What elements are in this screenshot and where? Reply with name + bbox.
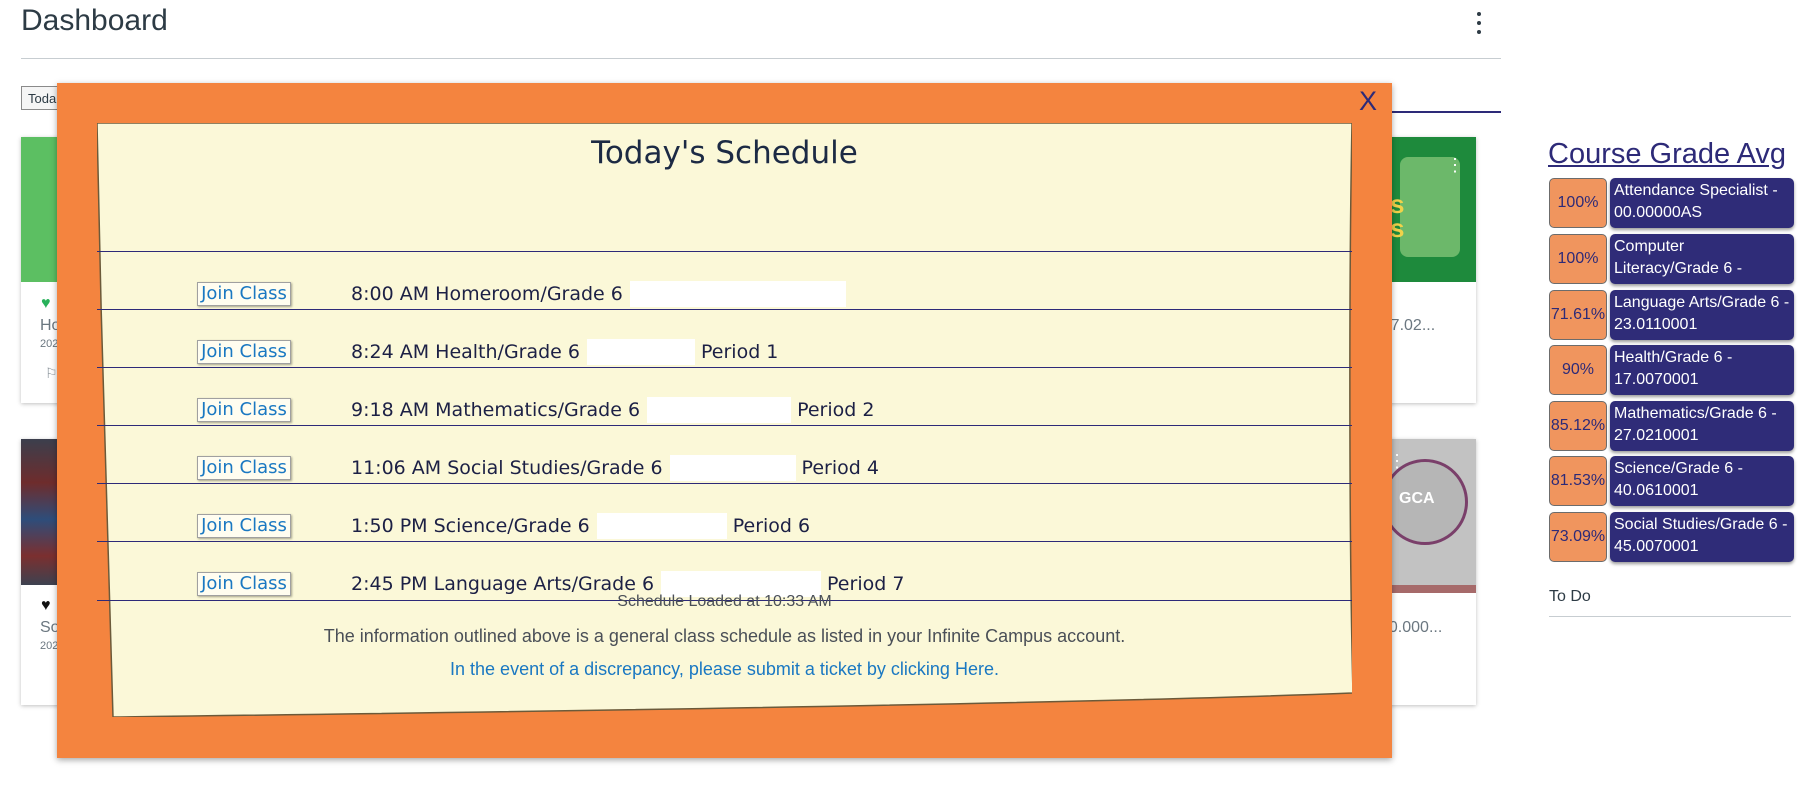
class-course: Health/Grade 6 bbox=[435, 341, 581, 363]
join-class-button[interactable]: Join Class bbox=[197, 398, 291, 422]
todo-heading: To Do bbox=[1549, 588, 1591, 605]
schedule-row: Join Class 1:50 PM Science/Grade 6 Perio… bbox=[97, 483, 1352, 542]
close-icon[interactable]: X bbox=[1359, 86, 1377, 117]
class-time: 8:24 AM bbox=[351, 341, 430, 363]
class-entry: 11:06 AM Social Studies/Grade 6 Period 4 bbox=[351, 455, 879, 481]
redacted-field bbox=[596, 513, 727, 539]
schedule-loaded-time: Schedule Loaded at 10:33 AM bbox=[617, 593, 832, 610]
class-period: Period 1 bbox=[701, 341, 779, 363]
more-options-icon[interactable] bbox=[1475, 12, 1483, 38]
schedule-row: Join Class 2:45 PM Language Arts/Grade 6… bbox=[97, 541, 1352, 601]
class-entry: 1:50 PM Science/Grade 6 Period 6 bbox=[351, 513, 810, 539]
schedule-paper: Today's Schedule Join Class 8:00 AM Home… bbox=[97, 123, 1352, 717]
class-course: Social Studies/Grade 6 bbox=[447, 457, 663, 479]
class-time: 9:18 AM bbox=[351, 399, 430, 421]
class-period: Period 2 bbox=[797, 399, 875, 421]
schedule-row: Join Class 9:18 AM Mathematics/Grade 6 P… bbox=[97, 367, 1352, 426]
announcement-icon[interactable]: ⚐ bbox=[45, 365, 58, 382]
grade-percent: 85.12% bbox=[1549, 401, 1607, 451]
grade-percent: 100% bbox=[1549, 234, 1607, 284]
grade-percent: 73.09% bbox=[1549, 512, 1607, 562]
grade-course-name: Science/Grade 6 - 40.0610001 bbox=[1610, 456, 1794, 506]
join-class-button[interactable]: Join Class bbox=[197, 282, 291, 306]
redacted-field bbox=[647, 397, 792, 423]
grade-row[interactable]: 100% Computer Literacy/Grade 6 - 35.0110… bbox=[1549, 234, 1794, 284]
class-time: 1:50 PM bbox=[351, 515, 428, 537]
grade-course-name: Mathematics/Grade 6 - 27.0210001 bbox=[1610, 401, 1794, 451]
class-course: Mathematics/Grade 6 bbox=[435, 399, 641, 421]
schedule-modal: X Today's Schedule Join Class 8:00 AM Ho… bbox=[57, 83, 1392, 758]
grade-row[interactable]: 71.61% Language Arts/Grade 6 - 23.011000… bbox=[1549, 290, 1794, 340]
class-entry: 8:24 AM Health/Grade 6 Period 1 bbox=[351, 339, 778, 365]
join-class-button[interactable]: Join Class bbox=[197, 514, 291, 538]
redacted-field bbox=[587, 339, 696, 365]
class-period: Period 4 bbox=[801, 457, 879, 479]
grade-row[interactable]: 85.12% Mathematics/Grade 6 - 27.0210001 bbox=[1549, 401, 1794, 451]
submit-ticket-link[interactable]: In the event of a discrepancy, please su… bbox=[97, 659, 1352, 680]
join-class-button[interactable]: Join Class bbox=[197, 340, 291, 364]
schedule-row: Join Class 11:06 AM Social Studies/Grade… bbox=[97, 425, 1352, 484]
schedule-title: Today's Schedule bbox=[591, 135, 858, 171]
grade-percent: 71.61% bbox=[1549, 290, 1607, 340]
grade-row[interactable]: 81.53% Science/Grade 6 - 40.0610001 bbox=[1549, 456, 1794, 506]
class-entry: 8:00 AM Homeroom/Grade 6 bbox=[351, 281, 846, 307]
schedule-row: Join Class 8:00 AM Homeroom/Grade 6 bbox=[97, 251, 1352, 310]
class-course: Language Arts/Grade 6 bbox=[433, 573, 655, 595]
join-class-button[interactable]: Join Class bbox=[197, 456, 291, 480]
logo-text: GCA bbox=[1399, 490, 1435, 507]
page-title: Dashboard bbox=[21, 4, 168, 37]
grade-percent: 81.53% bbox=[1549, 456, 1607, 506]
schedule-row: Join Class 8:24 AM Health/Grade 6 Period… bbox=[97, 309, 1352, 368]
heart-icon[interactable]: ♥ bbox=[41, 295, 51, 313]
grade-course-name: Health/Grade 6 - 17.0070001 bbox=[1610, 345, 1794, 395]
class-course: Science/Grade 6 bbox=[433, 515, 590, 537]
grade-row[interactable]: 73.09% Social Studies/Grade 6 - 45.00700… bbox=[1549, 512, 1794, 562]
class-time: 2:45 PM bbox=[351, 573, 428, 595]
class-period: Period 6 bbox=[732, 515, 811, 537]
redacted-field bbox=[669, 455, 796, 481]
grade-course-name: Language Arts/Grade 6 - 23.0110001 bbox=[1610, 290, 1794, 340]
grade-percent: 100% bbox=[1549, 178, 1607, 228]
course-card-term: 202 bbox=[40, 640, 59, 652]
card-kebab-icon[interactable]: ⋮ bbox=[1446, 155, 1464, 176]
class-entry: 9:18 AM Mathematics/Grade 6 Period 2 bbox=[351, 397, 874, 423]
course-card-overlay-text: s s bbox=[1390, 189, 1405, 243]
todo-divider bbox=[1549, 616, 1791, 617]
heart-icon[interactable]: ♥ bbox=[41, 597, 51, 615]
redacted-field bbox=[629, 281, 846, 307]
grade-row[interactable]: 100% Attendance Specialist - 00.00000AS bbox=[1549, 178, 1794, 228]
grade-course-name: Computer Literacy/Grade 6 - 35.0110001 bbox=[1610, 234, 1794, 284]
course-card-term: 202 bbox=[40, 338, 59, 350]
grade-course-name: Attendance Specialist - 00.00000AS bbox=[1610, 178, 1794, 228]
header-divider bbox=[21, 58, 1501, 59]
course-grade-avg-link[interactable]: Course Grade Avg bbox=[1548, 138, 1786, 171]
class-course: Homeroom/Grade 6 bbox=[435, 283, 623, 305]
schedule-info-text: The information outlined above is a gene… bbox=[323, 626, 1126, 646]
class-period: Period 7 bbox=[827, 573, 905, 595]
grade-course-name: Social Studies/Grade 6 - 45.0070001 bbox=[1610, 512, 1794, 562]
grade-row[interactable]: 90% Health/Grade 6 - 17.0070001 bbox=[1549, 345, 1794, 395]
class-time: 11:06 AM bbox=[351, 457, 442, 479]
grade-percent: 90% bbox=[1549, 345, 1607, 395]
class-time: 8:00 AM bbox=[351, 283, 430, 305]
